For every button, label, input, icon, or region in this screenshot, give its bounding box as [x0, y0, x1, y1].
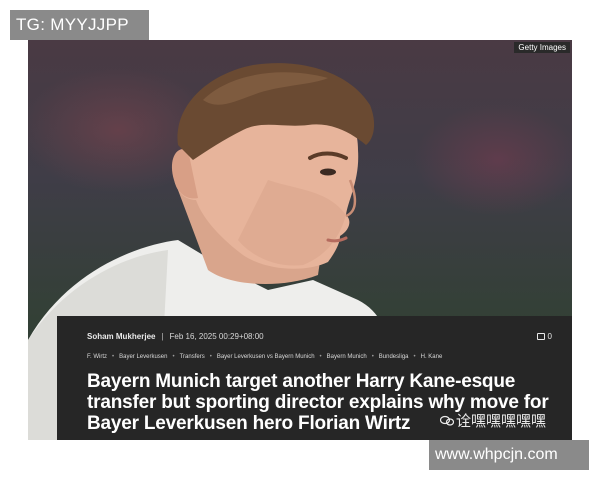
meta-separator: | — [161, 331, 164, 341]
tag-separator: • — [209, 354, 212, 360]
tags-row: F. Wirtz • Bayer Leverkusen • Transfers … — [87, 352, 552, 362]
tag-link[interactable]: H. Kane — [421, 354, 443, 360]
tag-separator: • — [319, 354, 322, 360]
tag-link[interactable]: Bayern Munich — [327, 354, 367, 360]
watermark-cn-text: 诠嘿嘿嘿嘿嘿 — [456, 412, 547, 430]
watermark-cn: 诠嘿嘿嘿嘿嘿 — [440, 410, 546, 431]
comments-button[interactable]: 0 — [536, 331, 552, 341]
author-name[interactable]: Soham Mukherjee — [87, 332, 155, 341]
watermark-bottom: www.whpcjn.com — [429, 440, 589, 470]
tag-link[interactable]: Bayer Leverkusen vs Bayern Munich — [217, 354, 315, 360]
article-meta: Soham Mukherjee | Feb 16, 2025 00:29+08:… — [87, 330, 552, 342]
tag-link[interactable]: Bundesliga — [379, 354, 409, 360]
tag-separator: • — [413, 354, 416, 360]
chat-bubble-icon — [440, 415, 454, 426]
tag-separator: • — [371, 354, 374, 360]
publish-date: Feb 16, 2025 00:29+08:00 — [169, 331, 264, 341]
tag-link[interactable]: F. Wirtz — [87, 354, 107, 360]
comment-count: 0 — [547, 331, 552, 341]
tag-separator: • — [112, 354, 115, 360]
tag-separator: • — [172, 354, 175, 360]
tag-link[interactable]: Transfers — [180, 354, 205, 360]
watermark-top: TG: MYYJJPP — [10, 10, 149, 40]
comment-icon — [536, 332, 545, 340]
tag-link[interactable]: Bayer Leverkusen — [119, 354, 167, 360]
photo-credit: Getty Images — [514, 42, 570, 53]
